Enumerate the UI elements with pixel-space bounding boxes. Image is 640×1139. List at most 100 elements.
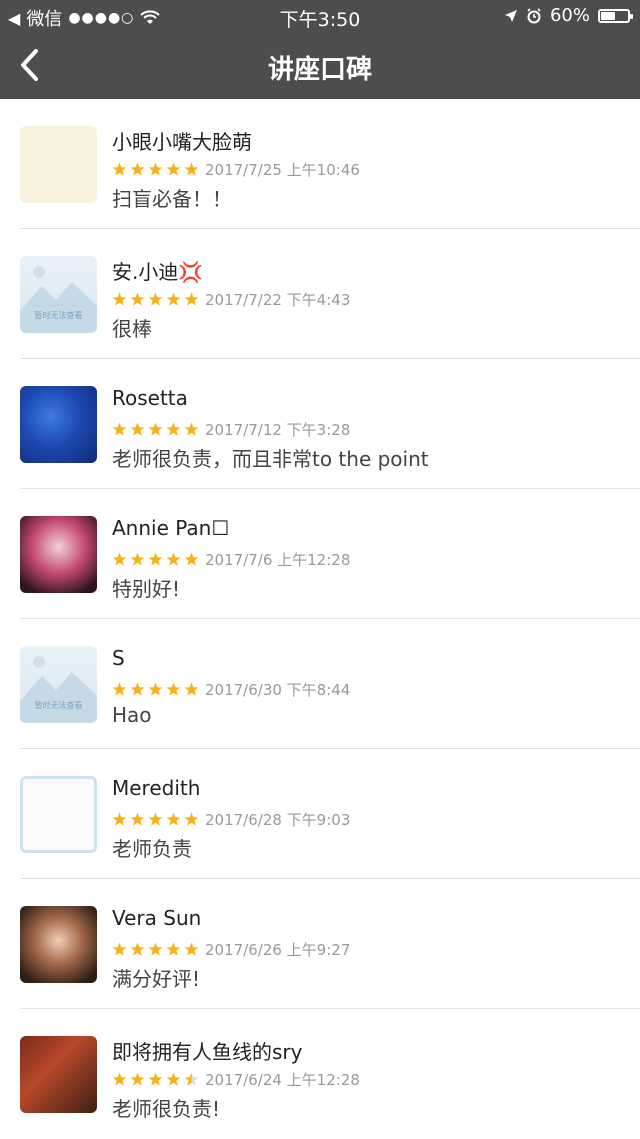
star-rating [112,682,199,697]
avatar[interactable] [20,386,97,463]
star-full-icon [130,682,145,696]
star-full-icon [166,292,181,306]
review-meta: 2017/6/24 上午12:28 [112,1069,360,1090]
battery-icon [598,8,633,23]
star-full-icon [112,682,127,696]
review-meta: 2017/6/26 上午9:27 [112,939,350,960]
battery-percent: 60% [549,5,590,26]
star-full-icon [166,682,181,696]
image-unavailable-icon [20,266,97,333]
avatar-unavailable-text: 暂时无法查看 [34,311,83,320]
review-meta: 2017/7/22 下午4:43 [112,289,350,310]
reviewer-name: Meredith [112,776,201,800]
star-rating [112,812,199,827]
reviewer-name: 即将拥有人鱼线的sry [112,1040,303,1064]
reviewer-name: Vera Sun [112,906,202,930]
star-full-icon [148,1072,163,1086]
star-full-icon [130,292,145,306]
review-timestamp: 2017/7/25 上午10:46 [205,161,360,179]
avatar[interactable]: 暂时无法查看 [20,646,97,723]
review-meta: 2017/6/30 下午8:44 [112,679,350,700]
star-full-icon [148,422,163,436]
reviewer-name: Annie Pan☐ [112,516,230,540]
star-full-icon [166,812,181,826]
star-rating [112,162,199,177]
star-full-icon [130,942,145,956]
review-comment: 老师很负责，而且非常to the point [112,447,429,471]
status-bar: ◀ 微信 ●●●●○ 下午3:50 60% [0,0,640,32]
star-full-icon [148,812,163,826]
page-title: 讲座口碑 [267,55,372,85]
star-full-icon [184,162,199,176]
avatar[interactable] [20,1036,97,1113]
star-full-icon [112,552,127,566]
status-right: 60% [504,5,633,26]
review-item[interactable]: Meredith 2017/6/28 下午9:03 老师负责 [0,749,640,879]
review-list: 小眼小嘴大脸萌 2017/7/25 上午10:46 扫盲必备！！ 暂时无法查看 安.小迪… [0,99,640,1139]
review-comment: 老师负责 [112,837,192,861]
review-comment: Hao [112,703,152,727]
review-item[interactable]: 小眼小嘴大脸萌 2017/7/25 上午10:46 扫盲必备！！ [0,99,640,229]
star-full-icon [130,162,145,176]
star-rating [112,292,199,307]
review-item[interactable]: 暂时无法查看 安.小迪💢 2017/7/22 下午4:43 很棒 [0,229,640,359]
star-full-icon [148,292,163,306]
star-full-icon [112,292,127,306]
review-meta: 2017/7/25 上午10:46 [112,159,360,180]
star-full-icon [148,942,163,956]
avatar-unavailable-text: 暂时无法查看 [34,701,83,710]
reviewer-name: 小眼小嘴大脸萌 [112,130,252,154]
star-rating [112,1072,199,1087]
review-timestamp: 2017/6/28 下午9:03 [205,811,351,829]
review-timestamp: 2017/7/6 上午12:28 [205,551,351,569]
star-full-icon [112,812,127,826]
review-item[interactable]: 即将拥有人鱼线的sry 2017/6/24 上午12:28 老师很负责! [0,1009,640,1139]
star-full-icon [166,162,181,176]
star-full-icon [148,162,163,176]
star-full-icon [112,942,127,956]
star-half-icon [184,1072,199,1086]
review-item[interactable]: Vera Sun 2017/6/26 上午9:27 满分好评! [0,879,640,1009]
star-full-icon [184,812,199,826]
review-item[interactable]: Rosetta 2017/7/12 下午3:28 老师很负责，而且非常to the … [0,359,640,489]
review-comment: 特别好! [112,577,181,601]
review-meta: 2017/6/28 下午9:03 [112,809,350,830]
star-full-icon [130,1072,145,1086]
review-item[interactable]: Annie Pan☐ 2017/7/6 上午12:28 特别好! [0,489,640,619]
star-full-icon [112,162,127,176]
review-timestamp: 2017/7/12 下午3:28 [205,421,351,439]
avatar[interactable] [20,126,97,203]
avatar[interactable] [20,906,97,983]
review-comment: 老师很负责! [112,1097,221,1121]
star-full-icon [148,552,163,566]
image-unavailable-icon [20,656,97,723]
star-full-icon [184,682,199,696]
star-rating [112,942,199,957]
avatar[interactable] [20,776,97,853]
star-full-icon [112,422,127,436]
review-comment: 很棒 [112,317,152,341]
star-rating [112,422,199,437]
reviewer-name: 安.小迪💢 [112,260,204,284]
star-full-icon [184,552,199,566]
review-timestamp: 2017/6/24 上午12:28 [205,1071,360,1089]
nav-bar: 讲座口碑 [0,32,640,99]
star-full-icon [166,552,181,566]
battery-fill [601,11,616,20]
avatar[interactable]: 暂时无法查看 [20,256,97,333]
avatar[interactable] [20,516,97,593]
reviewer-name: S [112,646,125,670]
review-comment: 满分好评! [112,967,201,991]
star-full-icon [184,292,199,306]
star-full-icon [130,422,145,436]
star-full-icon [184,942,199,956]
star-full-icon [166,1072,181,1086]
star-rating [112,552,199,567]
review-timestamp: 2017/6/30 下午8:44 [205,681,351,699]
star-full-icon [166,942,181,956]
location-arrow-icon [504,9,517,22]
review-item[interactable]: 暂时无法查看 S 2017/6/30 下午8:44 Hao [0,619,640,749]
star-full-icon [148,682,163,696]
review-timestamp: 2017/7/22 下午4:43 [205,291,351,309]
review-comment: 扫盲必备！！ [112,187,232,211]
